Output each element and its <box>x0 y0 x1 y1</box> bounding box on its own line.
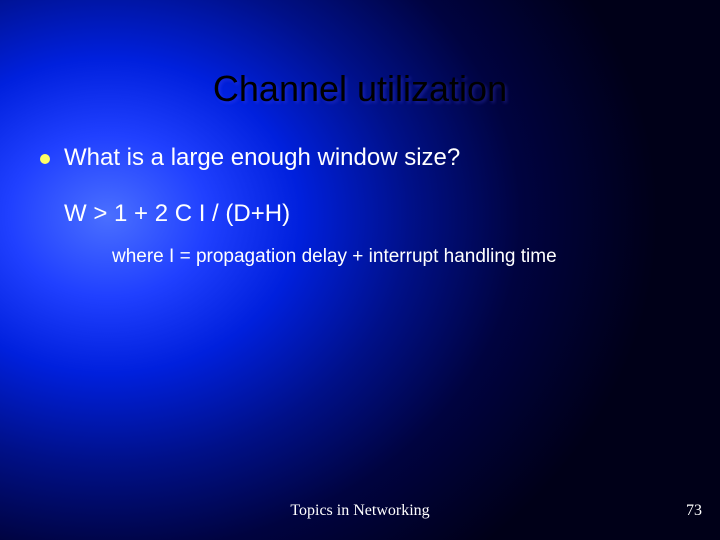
footer-topic: Topics in Networking <box>0 502 720 520</box>
bullet-icon <box>40 154 50 164</box>
formula-note: where I = propagation delay + interrupt … <box>112 246 680 268</box>
slide-title: Channel utilization <box>0 68 720 110</box>
formula-text: W > 1 + 2 C I / (D+H) <box>64 200 680 228</box>
slide: Channel utilization What is a large enou… <box>0 0 720 540</box>
bullet-text: What is a large enough window size? <box>64 144 460 172</box>
slide-content: What is a large enough window size? W > … <box>40 144 680 268</box>
page-number: 73 <box>686 502 702 520</box>
bullet-item: What is a large enough window size? <box>40 144 680 172</box>
